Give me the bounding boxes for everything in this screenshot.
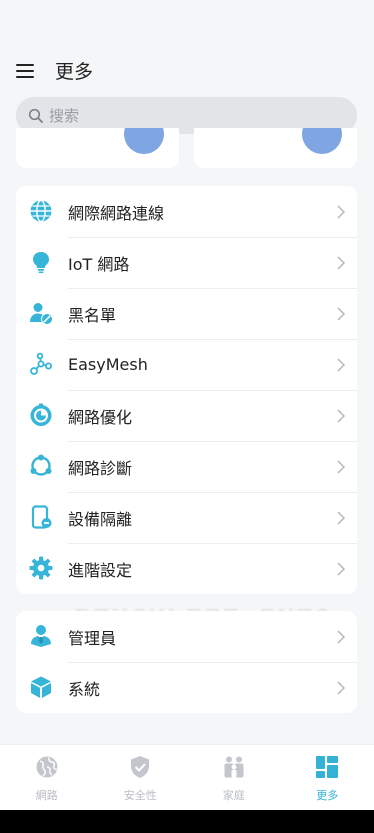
- menu-item-internet-connection[interactable]: 網際網路連線: [16, 186, 357, 237]
- menu-card-secondary: 管理員 系統: [16, 611, 357, 713]
- menu-item-system[interactable]: 系統: [16, 662, 357, 713]
- nav-tab-label: 安全性: [123, 789, 157, 802]
- more-grid-icon: [316, 756, 339, 778]
- chevron-right-icon: [337, 307, 345, 321]
- menu-item-device-isolation[interactable]: 設備隔離: [16, 492, 357, 543]
- network-globe-icon: [36, 756, 58, 778]
- nav-tab-family[interactable]: 家庭: [187, 745, 281, 811]
- shield-icon: [131, 756, 150, 778]
- system-navigation-bar: [0, 810, 374, 833]
- menu-item-network-diagnosis[interactable]: 網路診斷: [16, 441, 357, 492]
- search-input[interactable]: [47, 105, 331, 126]
- nav-tab-label: 家庭: [222, 789, 245, 802]
- menu-item-label: 網路診斷: [68, 458, 133, 478]
- globe-icon: [30, 199, 52, 223]
- menu-card-primary: 網際網路連線 IoT 網路 黑名單 EasyMesh 網路優化 網路診斷 設備隔…: [16, 186, 357, 594]
- menu-item-blacklist[interactable]: 黑名單: [16, 288, 357, 339]
- nav-tab-label: 網路: [35, 789, 58, 802]
- app-header: 更多: [0, 0, 374, 92]
- lightbulb-icon: [33, 252, 49, 274]
- menu-item-administrator[interactable]: 管理員: [16, 611, 357, 662]
- user-block-icon: [30, 303, 52, 324]
- page-title: 更多: [55, 61, 94, 83]
- chevron-right-icon: [337, 460, 345, 474]
- search-icon: [28, 108, 43, 123]
- menu-item-label: 管理員: [68, 628, 117, 648]
- menu-item-label: 進階設定: [68, 560, 133, 580]
- mesh-nodes-icon: [30, 352, 52, 375]
- chevron-right-icon: [337, 511, 345, 525]
- device-isolation-icon: [31, 505, 52, 529]
- menu-item-advanced-settings[interactable]: 進階設定: [16, 543, 357, 594]
- speed-optimize-icon: [30, 403, 52, 426]
- menu-item-easymesh[interactable]: EasyMesh: [16, 339, 357, 390]
- gear-icon: [29, 556, 53, 580]
- chevron-right-icon: [337, 409, 345, 423]
- bottom-navigation: 網路 安全性 家庭 更多: [0, 744, 374, 811]
- nav-tab-security[interactable]: 安全性: [94, 745, 188, 811]
- chevron-right-icon: [337, 205, 345, 219]
- menu-item-iot-network[interactable]: IoT 網路: [16, 237, 357, 288]
- system-cube-icon: [31, 676, 51, 698]
- chevron-right-icon: [337, 358, 345, 372]
- admin-icon: [31, 625, 51, 647]
- chevron-right-icon: [337, 630, 345, 644]
- chevron-right-icon: [337, 681, 345, 695]
- diagnose-icon: [30, 454, 52, 476]
- nav-tab-more[interactable]: 更多: [281, 745, 374, 811]
- nav-tab-label: 更多: [316, 789, 339, 802]
- menu-item-label: 設備隔離: [68, 509, 133, 529]
- scrolled-card-right[interactable]: [194, 128, 357, 168]
- menu-item-label: 網際網路連線: [68, 203, 165, 223]
- family-icon: [224, 756, 244, 778]
- hamburger-menu-icon[interactable]: [15, 61, 37, 81]
- chevron-right-icon: [337, 562, 345, 576]
- menu-item-label: 系統: [68, 679, 101, 699]
- nav-tab-network[interactable]: 網路: [0, 745, 94, 811]
- menu-item-label: 黑名單: [68, 305, 117, 325]
- menu-item-label: IoT 網路: [68, 254, 130, 274]
- menu-item-label: EasyMesh: [68, 355, 148, 374]
- chevron-right-icon: [337, 256, 345, 270]
- menu-item-network-optimization[interactable]: 網路優化: [16, 390, 357, 441]
- menu-item-label: 網路優化: [68, 407, 133, 427]
- scrolled-card-left[interactable]: [16, 128, 179, 168]
